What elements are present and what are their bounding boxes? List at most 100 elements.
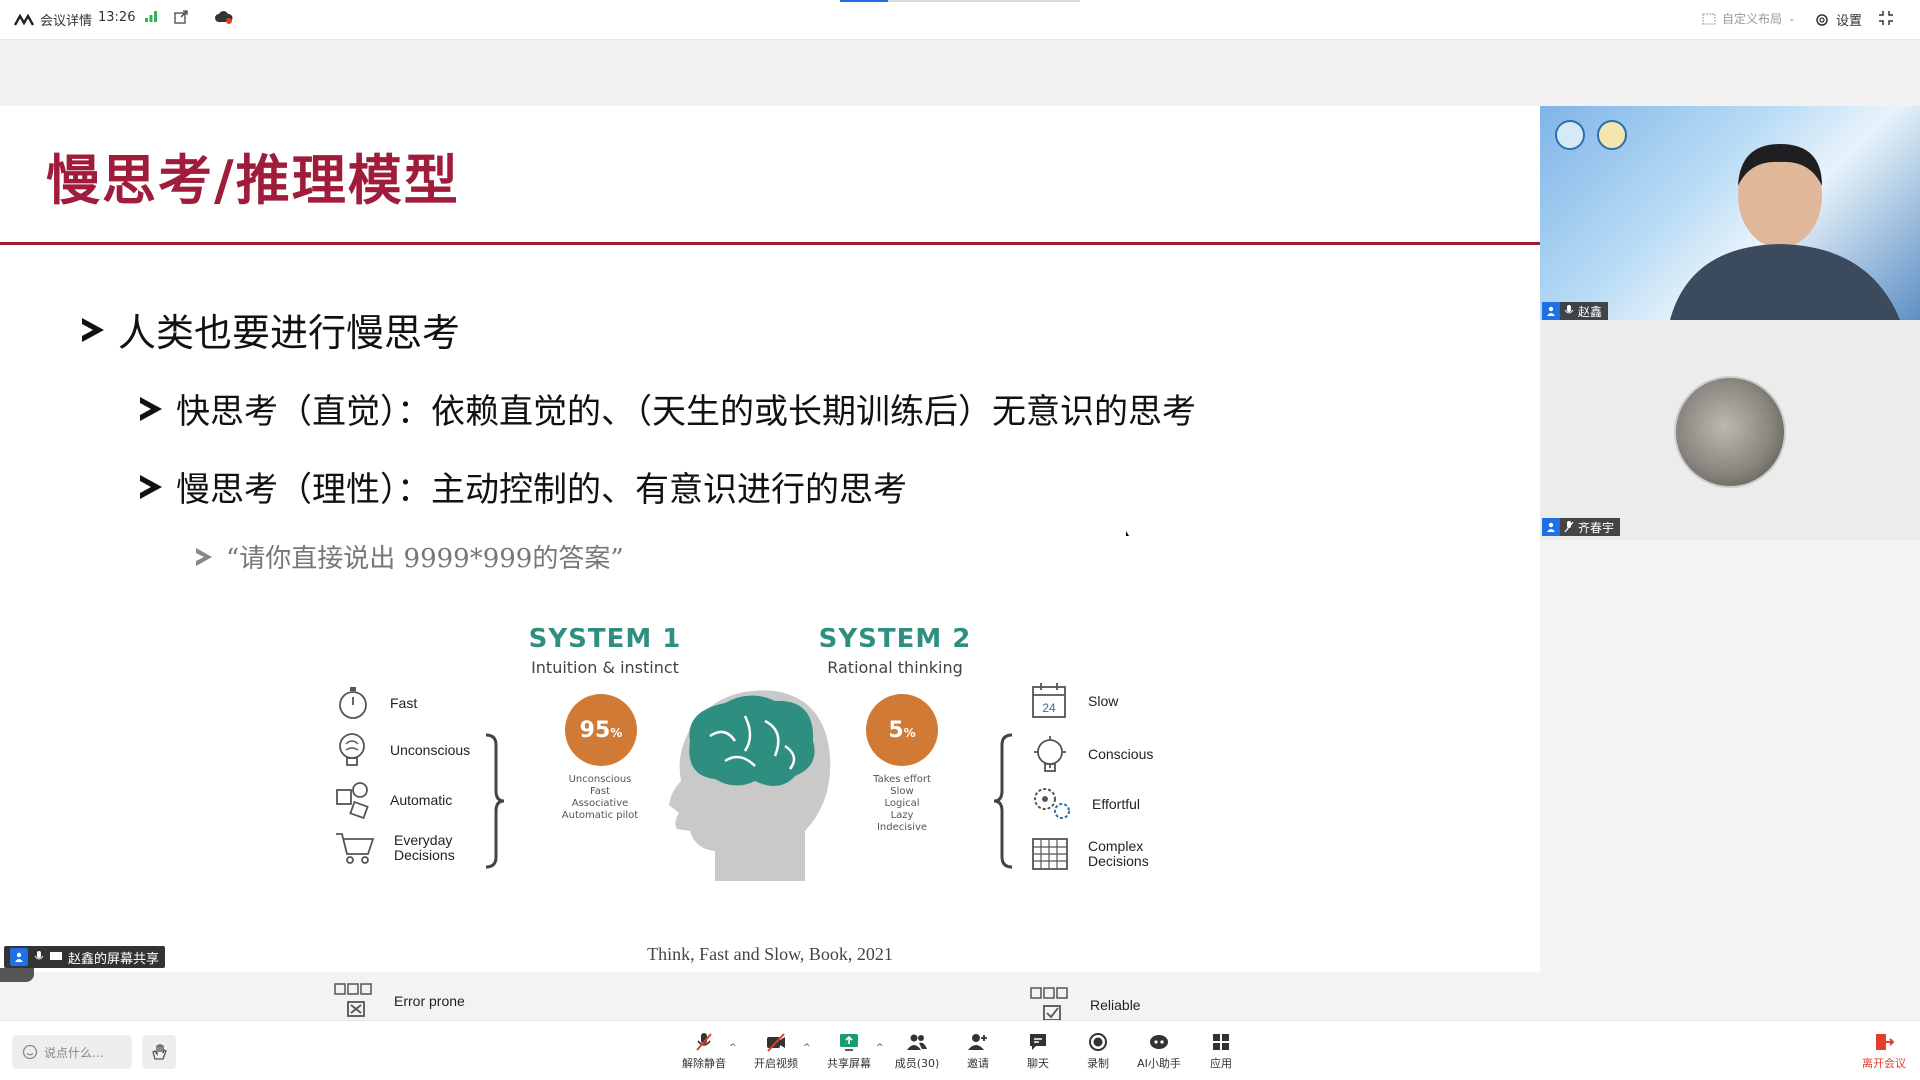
participant-video-1[interactable]: 赵鑫: [1540, 106, 1920, 320]
feature-label: Effortful: [1092, 796, 1140, 812]
meeting-info-label: 会议详情: [40, 14, 93, 29]
bullet-text: 人类也要进行慢思考: [118, 311, 461, 355]
invite-button[interactable]: 邀请: [947, 1031, 1009, 1071]
unmute-button[interactable]: 解除静音: [673, 1031, 735, 1071]
ai-assistant-button[interactable]: AI小助手: [1128, 1031, 1190, 1071]
mic-icon: [34, 951, 44, 960]
exit-fullscreen-icon[interactable]: [1878, 10, 1894, 26]
desc-line: Unconscious: [568, 774, 632, 785]
smile-icon: [22, 1044, 38, 1060]
layout-icon: [1702, 12, 1716, 25]
head-brain-illustration: [669, 690, 831, 881]
bullet-text: 慢思考（理性）：主动控制的、有意识进行的思考: [176, 470, 907, 510]
collapse-handle[interactable]: [0, 968, 34, 982]
bullet-question: “请你直接说出 9999*999的答案”: [196, 538, 624, 575]
settings-label: 设置: [1836, 14, 1863, 29]
start-video-button[interactable]: 开启视频: [745, 1031, 807, 1071]
system2-brace: [993, 733, 1013, 869]
apps-button[interactable]: 应用: [1190, 1031, 1252, 1071]
share-screen-button[interactable]: 共享屏幕: [818, 1031, 880, 1071]
hand-icon: [152, 1044, 167, 1060]
bullet-arrow-icon: [82, 317, 104, 342]
checkbox-icon: [1030, 987, 1068, 1021]
calendar-icon: 24: [1032, 683, 1066, 718]
share-options-caret[interactable]: ^: [876, 1043, 884, 1053]
cloud-record-icon[interactable]: [214, 10, 234, 24]
chat-quick-input[interactable]: 说点什么...: [12, 1035, 132, 1069]
raise-hand-button[interactable]: [142, 1035, 176, 1069]
bullet-fast-thinking-def: 快思考（直觉）：依赖直觉的、（天生的或长期训练后）无意识的思考: [140, 384, 1196, 433]
system1-description: Unconscious Fast Associative Automatic p…: [545, 774, 655, 822]
feature-label: Complex Decisions: [1088, 838, 1149, 869]
share-screen-icon: [840, 1034, 858, 1051]
shopping-cart-icon: [336, 833, 375, 864]
automation-icon: [336, 782, 369, 820]
members-button[interactable]: 成员(30): [886, 1031, 948, 1071]
system1-subtitle: Intuition & instinct: [531, 658, 679, 677]
control-label: 聊天: [1027, 1057, 1049, 1070]
participant-name: 赵鑫: [1578, 304, 1603, 319]
feature-fast: Fast: [334, 684, 417, 722]
user-icon: [10, 948, 28, 966]
error-checkbox-icon: [334, 983, 372, 1017]
feature-label: Unconscious: [390, 742, 471, 758]
bullet-arrow-icon: [140, 474, 162, 499]
system2-header: SYSTEM 2 Rational thinking: [810, 624, 980, 677]
brain-gears-icon: [1034, 736, 1066, 772]
mouse-cursor: [1126, 531, 1129, 536]
video-options-caret[interactable]: ^: [803, 1043, 811, 1053]
participant-name-tag: 赵鑫: [1542, 302, 1609, 320]
meeting-info-button[interactable]: 会议详情: [14, 10, 92, 29]
meeting-logo-icon: [14, 13, 34, 26]
feature-error-prone: Error prone: [334, 982, 465, 1020]
exit-icon: [1876, 1034, 1895, 1050]
system2-percent-badge: 5%: [866, 694, 938, 766]
system2-percent: 5: [888, 717, 904, 743]
bullet-text: “请你直接说出 9999*999的答案”: [226, 544, 624, 574]
add-user-icon: [968, 1034, 987, 1050]
chevron-down-icon: ⌄: [1788, 13, 1796, 24]
chat-placeholder: 说点什么...: [44, 1045, 104, 1060]
signal-icon: [144, 10, 158, 22]
members-icon: [907, 1034, 927, 1050]
record-icon: [1089, 1033, 1107, 1051]
custom-layout-button[interactable]: 自定义布局 ⌄: [1702, 10, 1796, 27]
feature-effortful: Effortful: [1030, 784, 1140, 824]
avatar: [1674, 376, 1786, 488]
system2-title: SYSTEM 2: [818, 624, 972, 654]
feature-conscious: Conscious: [1030, 734, 1153, 774]
percent-sign: %: [610, 726, 623, 740]
chat-icon: [1030, 1034, 1046, 1050]
bullet-text: 快思考（直觉）：依赖直觉的、（天生的或长期训练后）无意识的思考: [176, 392, 1196, 432]
bullet-slow-thinking-def: 慢思考（理性）：主动控制的、有意识进行的思考: [140, 462, 907, 511]
record-button[interactable]: 录制: [1067, 1031, 1129, 1071]
slide-title: 慢思考/推理模型: [46, 148, 460, 212]
desc-line: Lazy: [890, 810, 914, 821]
desc-line: Slow: [890, 786, 914, 797]
control-label: 解除静音: [682, 1057, 726, 1070]
control-label: 应用: [1210, 1057, 1232, 1070]
brain-bulb-icon: [339, 733, 365, 766]
slide-citation: Think, Fast and Slow, Book, 2021: [647, 944, 893, 964]
meeting-controls-bar: 说点什么... 解除静音 ^ 开启视频 ^ 共享屏幕 ^ 成员(30) 邀请 聊…: [0, 1020, 1920, 1080]
percent-sign: %: [903, 726, 916, 740]
settings-button[interactable]: 设置: [1814, 10, 1862, 29]
screen-share-icon: [50, 952, 62, 960]
feature-complex-decisions: Complex Decisions: [1030, 836, 1158, 872]
desc-line: Fast: [589, 786, 611, 797]
custom-layout-label: 自定义布局: [1722, 12, 1783, 26]
stopwatch-icon: [339, 687, 367, 719]
title-divider: [0, 242, 1540, 245]
feature-label: Conscious: [1088, 746, 1154, 762]
grid-icon: [1032, 838, 1068, 870]
gear-icon: [1816, 13, 1828, 26]
popout-icon[interactable]: [174, 10, 188, 24]
leave-meeting-button[interactable]: 离开会议: [1862, 1031, 1906, 1071]
audio-options-caret[interactable]: ^: [729, 1043, 737, 1053]
feature-reliable: Reliable: [1030, 986, 1141, 1024]
top-progress-strip: [840, 0, 1080, 2]
control-label: 邀请: [967, 1057, 989, 1070]
participant-video-2[interactable]: 齐春宇: [1540, 320, 1920, 540]
feature-label: Everyday Decisions: [394, 832, 455, 863]
chat-button[interactable]: 聊天: [1007, 1031, 1069, 1071]
